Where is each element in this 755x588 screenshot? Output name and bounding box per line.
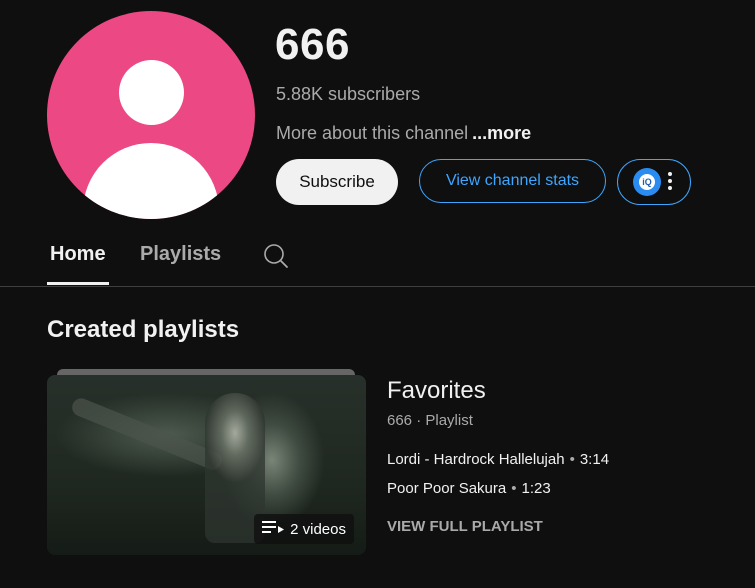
view-full-playlist-link[interactable]: VIEW FULL PLAYLIST [387,518,543,535]
more-options-icon[interactable] [666,172,674,192]
playlist-video-item[interactable]: Poor Poor Sakura • 1:23 [387,480,551,497]
separator-dot: • [569,451,575,468]
playlist-meta: 666 · Playlist [387,412,473,429]
playlist-icon [262,520,285,538]
video-duration: 1:23 [521,480,551,497]
separator-dot: • [511,480,517,497]
avatar-body-shape [83,143,219,219]
iq-icon-label: iQ [639,174,655,190]
playlist-title[interactable]: Favorites [387,377,486,405]
active-tab-indicator [47,282,109,285]
video-duration: 3:14 [579,451,610,468]
playlist-thumbnail[interactable]: 2 videos [47,375,366,555]
channel-tabs: Home Playlists [0,226,755,287]
iq-icon[interactable]: iQ [633,168,661,196]
video-title: Poor Poor Sakura [387,480,507,497]
video-title: Lordi - Hardrock Hallelujah [387,451,565,468]
thumbnail-detail [69,395,225,473]
channel-name: 666 [275,20,350,69]
about-text: More about this channel [276,123,469,143]
view-channel-stats-button[interactable]: View channel stats [419,159,606,203]
search-icon[interactable] [262,242,290,270]
subscriber-count: 5.88K subscribers [276,84,421,104]
avatar-head-shape [119,60,184,125]
section-title: Created playlists [47,316,240,343]
playlist-video-item[interactable]: Lordi - Hardrock Hallelujah • 3:14 [387,451,609,468]
video-count-badge: 2 videos [254,514,354,544]
channel-avatar[interactable] [47,11,255,219]
tab-playlists[interactable]: Playlists [140,243,221,266]
tab-home[interactable]: Home [50,243,106,266]
video-count: 2 videos [290,520,346,538]
subscribe-button[interactable]: Subscribe [276,159,398,205]
about-channel-link[interactable]: More about this channel ...more [276,123,531,144]
extension-menu-button[interactable]: iQ [617,159,691,205]
about-more-link[interactable]: ...more [472,123,531,143]
